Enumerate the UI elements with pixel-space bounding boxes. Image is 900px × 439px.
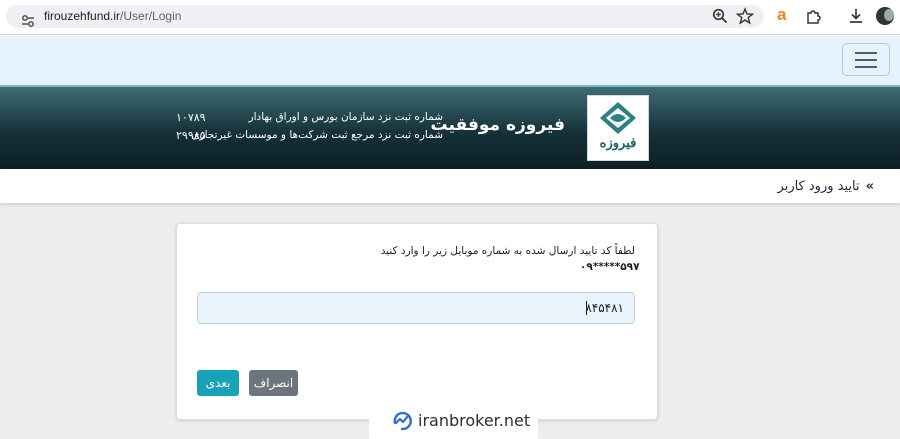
site-settings-icon[interactable] bbox=[20, 13, 36, 29]
watermark-text: iranbroker.net bbox=[418, 411, 531, 430]
brand-name: فیروزه موفقیت bbox=[430, 115, 565, 135]
hamburger-icon bbox=[855, 52, 877, 54]
url-path: /User/Login bbox=[120, 9, 182, 23]
hamburger-icon-bar bbox=[855, 66, 877, 68]
site-navbar bbox=[0, 35, 900, 85]
verification-code-input[interactable]: ۸۴۵۴۸۱ bbox=[197, 292, 635, 324]
breadcrumb-arrow-icon: » bbox=[865, 179, 874, 194]
masked-phone-number: ۰۹*****۵۹۷ bbox=[580, 261, 640, 273]
registration-text-2: شماره ثبت نزد مرجع ثبت شرکت‌ها و موسسات … bbox=[191, 129, 443, 141]
zoom-icon[interactable] bbox=[711, 7, 729, 25]
browser-toolbar: firouzehfund.ir/User/Login a bbox=[0, 0, 900, 35]
cancel-button[interactable]: انصراف bbox=[249, 370, 298, 396]
turquoise-emblem-icon bbox=[600, 102, 636, 134]
extensions-puzzle-icon[interactable] bbox=[805, 7, 823, 25]
verification-code-value: ۸۴۵۴۸۱ bbox=[585, 301, 624, 315]
url-text[interactable]: firouzehfund.ir/User/Login bbox=[44, 9, 181, 23]
registration-text-1: شماره ثبت نزد سازمان بورس و اوراق بهادار bbox=[248, 111, 443, 123]
menu-toggle-button[interactable] bbox=[842, 43, 890, 76]
registration-number-1: ۱۰۷۸۹ bbox=[176, 111, 206, 124]
page-title: » تایید ورود کاربر bbox=[778, 179, 874, 194]
registration-number-2: ۲۹۹۸۵ bbox=[176, 129, 206, 142]
hamburger-icon-bar bbox=[855, 59, 877, 61]
bookmark-star-icon[interactable] bbox=[736, 7, 754, 25]
brand-logo[interactable]: فیروزه bbox=[587, 95, 649, 161]
download-icon[interactable] bbox=[847, 7, 865, 25]
address-bar[interactable]: firouzehfund.ir/User/Login bbox=[6, 5, 764, 28]
extension-a-icon[interactable]: a bbox=[777, 5, 793, 25]
iranbroker-logo-icon bbox=[393, 411, 412, 431]
page-title-strip bbox=[0, 169, 900, 203]
next-button[interactable]: بعدی bbox=[197, 370, 239, 396]
url-host: firouzehfund.ir bbox=[44, 9, 121, 23]
instruction-text: لطفاً کد تایید ارسال شده به شماره موبایل… bbox=[380, 245, 635, 257]
text-caret bbox=[586, 301, 587, 315]
page-title-text: تایید ورود کاربر bbox=[777, 179, 860, 194]
profile-avatar[interactable] bbox=[876, 7, 894, 25]
logo-text: فیروزه bbox=[599, 136, 637, 151]
